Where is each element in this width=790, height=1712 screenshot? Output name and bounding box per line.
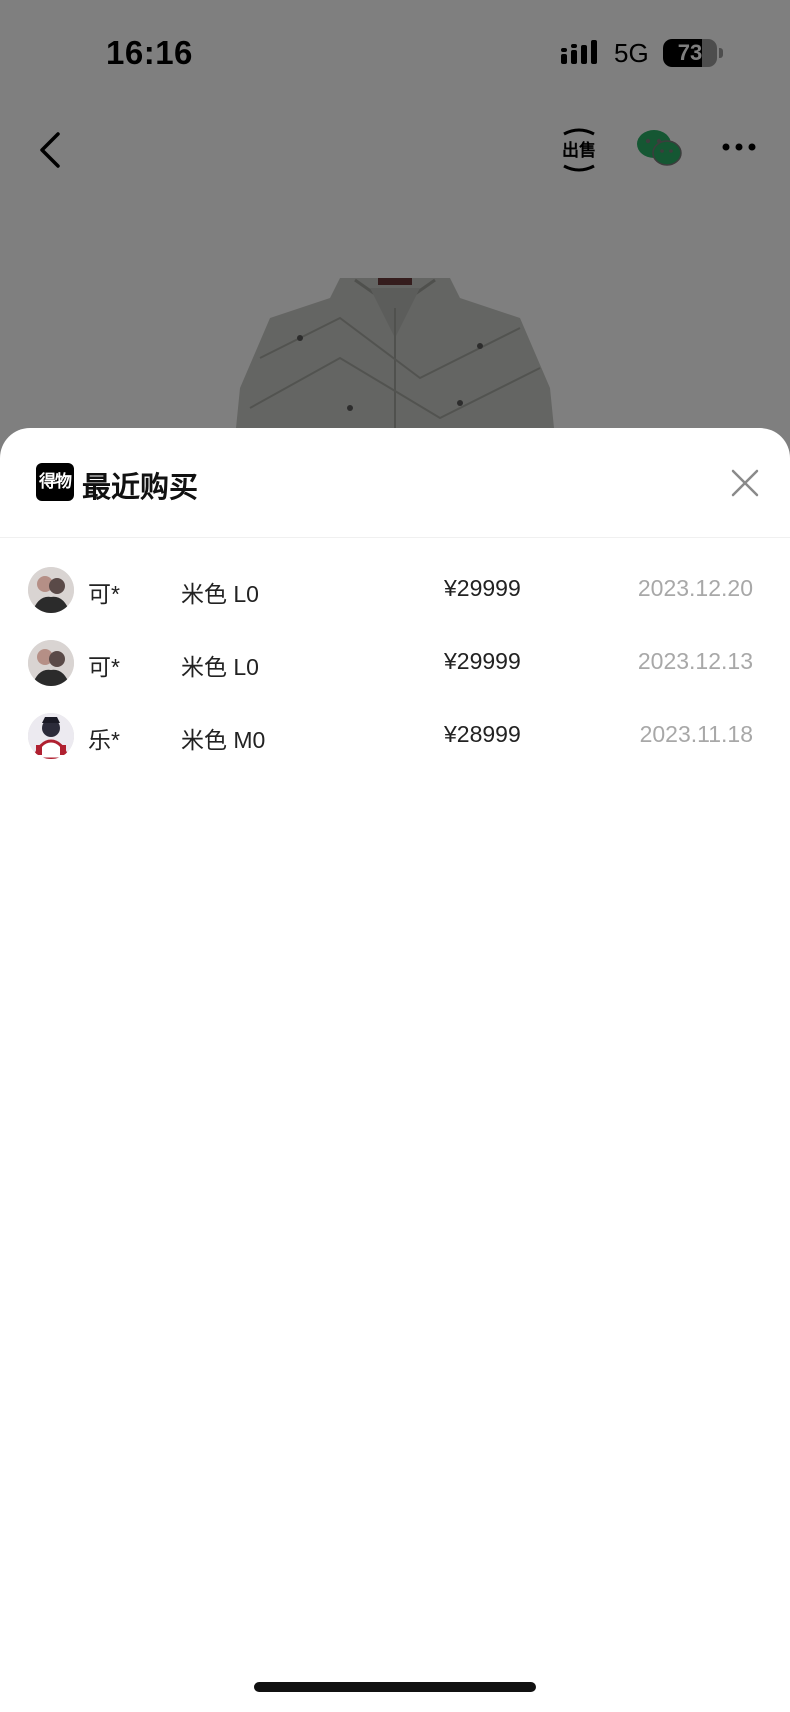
purchase-price: ¥29999 xyxy=(444,648,521,674)
purchase-price: ¥28999 xyxy=(444,721,521,747)
avatar xyxy=(28,713,74,759)
purchase-date: 2023.11.18 xyxy=(639,721,753,747)
product-spec: 米色 M0 xyxy=(181,727,266,753)
dewu-logo: 得物 xyxy=(36,463,74,501)
avatar xyxy=(28,567,74,613)
sheet-header: 得物 最近购买 xyxy=(0,428,790,538)
purchase-price: ¥29999 xyxy=(444,575,521,601)
buyer-name: 可* xyxy=(88,581,120,607)
product-spec: 米色 L0 xyxy=(181,654,259,680)
sheet-title: 最近购买 xyxy=(82,472,199,504)
buyer-name: 乐* xyxy=(88,727,120,753)
purchase-row: 乐* 米色 M0 ¥28999 2023.11.18 xyxy=(0,698,790,771)
purchase-row: 可* 米色 L0 ¥29999 2023.12.13 xyxy=(0,625,790,698)
purchase-row: 可* 米色 L0 ¥29999 2023.12.20 xyxy=(0,552,790,625)
purchase-date: 2023.12.13 xyxy=(637,648,753,674)
product-spec: 米色 L0 xyxy=(181,581,259,607)
purchase-list: 可* 米色 L0 ¥29999 2023.12.20 可* 米色 L0 ¥299… xyxy=(0,552,790,771)
avatar xyxy=(28,640,74,686)
recent-purchases-sheet: 得物 最近购买 可* 米色 L0 ¥29999 2023.12.20 可* 米色… xyxy=(0,428,790,1712)
buyer-name: 可* xyxy=(88,654,120,680)
close-icon[interactable] xyxy=(730,468,760,498)
home-indicator[interactable] xyxy=(254,1682,536,1692)
purchase-date: 2023.12.20 xyxy=(637,575,753,601)
